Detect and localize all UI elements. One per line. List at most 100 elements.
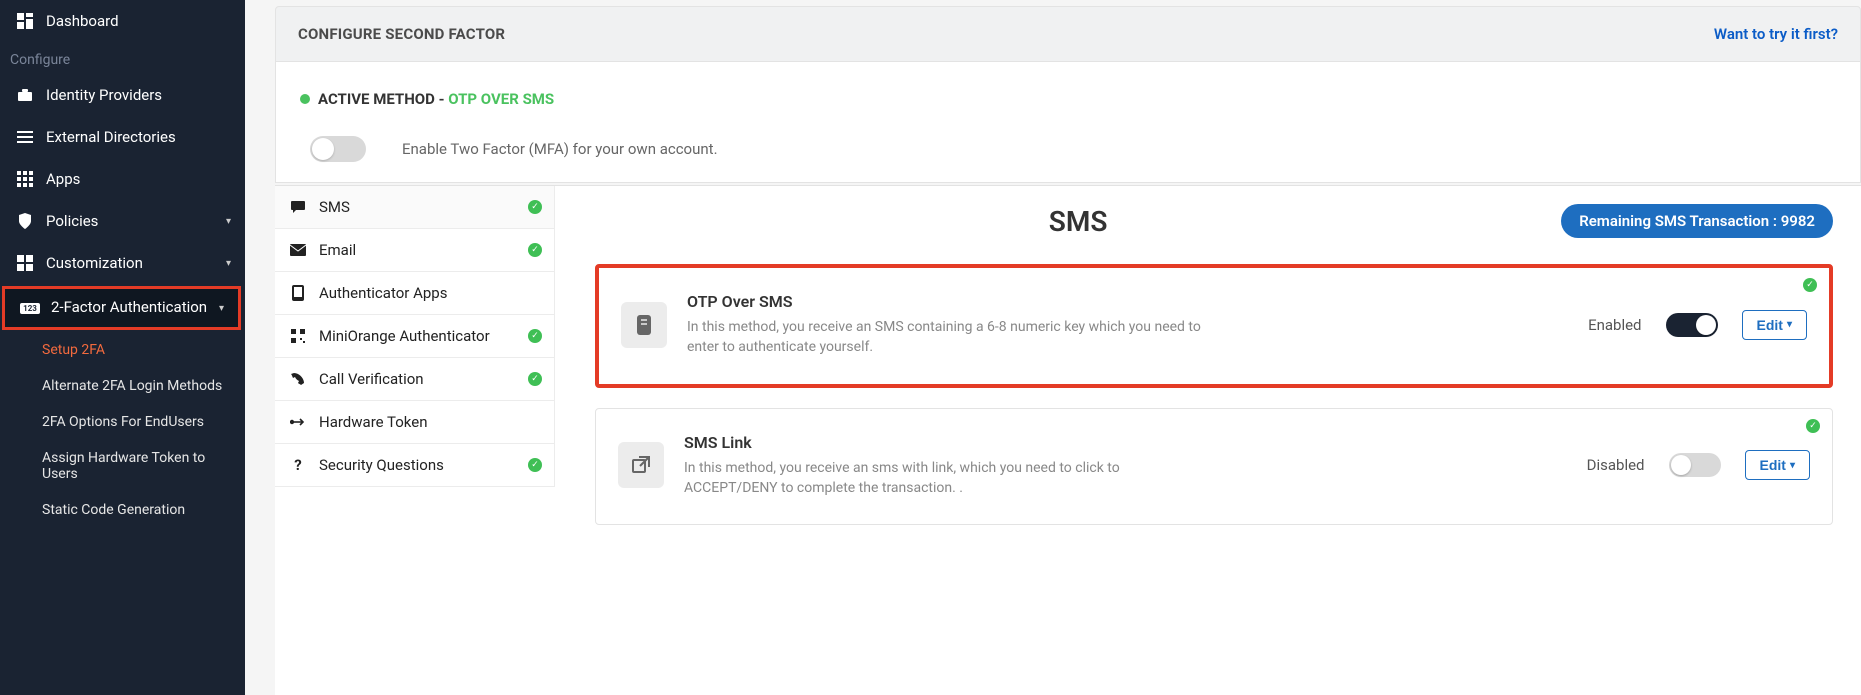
status-text: Disabled (1587, 456, 1645, 474)
tab-label: Hardware Token (319, 413, 428, 431)
briefcase-icon (16, 86, 34, 104)
active-method-value: OTP OVER SMS (448, 90, 554, 108)
sidebar-sub-static-codes[interactable]: Static Code Generation (0, 492, 245, 528)
phone-icon (289, 285, 307, 301)
list-icon (16, 128, 34, 146)
sidebar-item-dashboard[interactable]: Dashboard (0, 0, 245, 42)
tab-security-questions[interactable]: ? Security Questions ✓ (275, 444, 555, 487)
chat-icon (289, 199, 307, 215)
shield-icon (16, 212, 34, 230)
tab-label: MiniOrange Authenticator (319, 327, 490, 345)
usb-icon (289, 417, 307, 427)
sidebar-label: External Directories (46, 128, 176, 146)
enable-otp-sms-toggle[interactable] (1666, 313, 1718, 337)
method-title: OTP Over SMS (687, 292, 1568, 311)
method-card-sms-link: ✓ SMS Link In this method, you receive a… (595, 408, 1833, 526)
tab-label: Call Verification (319, 370, 424, 388)
chevron-down-icon: ▾ (226, 258, 231, 269)
main: CONFIGURE SECOND FACTOR Want to try it f… (245, 0, 1861, 695)
enable-own-account-text: Enable Two Factor (MFA) for your own acc… (402, 140, 718, 158)
card-right: Enabled Edit ▾ (1588, 310, 1807, 340)
tab-email[interactable]: Email ✓ (275, 229, 555, 272)
panel-body: ACTIVE METHOD - OTP OVER SMS Enable Two … (275, 62, 1861, 183)
check-icon: ✓ (528, 372, 542, 386)
call-icon (289, 372, 307, 386)
tab-sms[interactable]: SMS ✓ (275, 186, 555, 229)
otp-badge-icon: 123 (21, 299, 39, 317)
sidebar-label: 2-Factor Authentication (51, 299, 207, 316)
sidebar-item-apps[interactable]: Apps (0, 158, 245, 200)
sidebar-item-customization[interactable]: Customization ▾ (0, 242, 245, 284)
remaining-sms-badge: Remaining SMS Transaction : 9982 (1561, 204, 1833, 238)
sidebar: Dashboard Configure Identity Providers E… (0, 0, 245, 695)
customize-icon (16, 254, 34, 272)
active-dot-icon (300, 94, 310, 104)
method-info: SMS Link In this method, you receive an … (684, 433, 1567, 499)
check-icon: ✓ (1803, 278, 1817, 292)
sidebar-section-configure: Configure (0, 42, 245, 74)
method-info: OTP Over SMS In this method, you receive… (687, 292, 1568, 358)
check-icon: ✓ (528, 200, 542, 214)
check-icon: ✓ (528, 458, 542, 472)
content-header: SMS Remaining SMS Transaction : 9982 (595, 204, 1833, 238)
sidebar-highlight-2fa: 123 2-Factor Authentication ▾ (2, 286, 241, 330)
method-title: SMS Link (684, 433, 1567, 452)
active-method-label-text: ACTIVE METHOD - (318, 90, 448, 108)
active-method-label: ACTIVE METHOD - OTP OVER SMS (318, 90, 554, 108)
enable-own-account-toggle[interactable] (310, 136, 366, 162)
status-text: Enabled (1588, 316, 1641, 334)
envelope-icon (289, 244, 307, 256)
sidebar-sub-alternate-methods[interactable]: Alternate 2FA Login Methods (0, 368, 245, 404)
method-description: In this method, you receive an sms with … (684, 458, 1204, 499)
sidebar-sub-setup-2fa[interactable]: Setup 2FA (0, 332, 245, 368)
apps-icon (16, 170, 34, 188)
sidebar-sub-endusers[interactable]: 2FA Options For EndUsers (0, 404, 245, 440)
sidebar-label: Customization (46, 254, 143, 272)
sidebar-item-external-directories[interactable]: External Directories (0, 116, 245, 158)
enable-own-account-row: Enable Two Factor (MFA) for your own acc… (300, 136, 1836, 162)
panel-header: CONFIGURE SECOND FACTOR Want to try it f… (275, 6, 1861, 62)
check-icon: ✓ (528, 329, 542, 343)
tab-label: Authenticator Apps (319, 284, 447, 302)
external-link-icon (618, 442, 664, 488)
tab-miniorange[interactable]: MiniOrange Authenticator ✓ (275, 315, 555, 358)
chevron-down-icon: ▾ (226, 216, 231, 227)
page-title: CONFIGURE SECOND FACTOR (298, 25, 505, 43)
chevron-down-icon: ▾ (1787, 319, 1792, 330)
check-icon: ✓ (1806, 419, 1820, 433)
tab-auth-apps[interactable]: Authenticator Apps (275, 272, 555, 315)
sidebar-sub-assign-hw[interactable]: Assign Hardware Token to Users (0, 440, 245, 492)
sidebar-item-identity-providers[interactable]: Identity Providers (0, 74, 245, 116)
try-it-first-link[interactable]: Want to try it first? (1714, 25, 1838, 43)
lower-panel: SMS ✓ Email ✓ Authenticator Apps (275, 185, 1861, 695)
tab-hardware[interactable]: Hardware Token (275, 401, 555, 444)
sidebar-item-policies[interactable]: Policies ▾ (0, 200, 245, 242)
enable-sms-link-toggle[interactable] (1669, 453, 1721, 477)
active-method-row: ACTIVE METHOD - OTP OVER SMS (300, 90, 1836, 108)
edit-otp-sms-button[interactable]: Edit ▾ (1742, 310, 1807, 340)
check-icon: ✓ (528, 243, 542, 257)
method-card-otp-over-sms: ✓ OTP Over SMS In this method, you recei… (595, 264, 1833, 388)
phone-sms-icon (621, 302, 667, 348)
sidebar-item-2fa[interactable]: 123 2-Factor Authentication ▾ (5, 289, 238, 327)
sidebar-label: Identity Providers (46, 86, 162, 104)
tab-label: Security Questions (319, 456, 444, 474)
tab-call[interactable]: Call Verification ✓ (275, 358, 555, 401)
chevron-down-icon: ▾ (1790, 460, 1795, 471)
content-column: SMS Remaining SMS Transaction : 9982 ✓ O… (555, 186, 1861, 695)
chevron-down-icon: ▾ (219, 303, 224, 314)
sidebar-label: Apps (46, 170, 80, 188)
question-icon: ? (289, 456, 307, 474)
tab-label: Email (319, 241, 356, 259)
edit-sms-link-button[interactable]: Edit ▾ (1745, 450, 1810, 480)
tab-label: SMS (319, 198, 350, 216)
sidebar-label: Dashboard (46, 12, 119, 30)
method-tabs: SMS ✓ Email ✓ Authenticator Apps (275, 186, 555, 695)
method-description: In this method, you receive an SMS conta… (687, 317, 1207, 358)
dashboard-icon (16, 12, 34, 30)
content-heading: SMS (595, 205, 1561, 238)
edit-label: Edit (1757, 317, 1783, 333)
sidebar-label: Policies (46, 212, 98, 230)
card-right: Disabled Edit ▾ (1587, 450, 1810, 480)
qr-icon (289, 329, 307, 343)
